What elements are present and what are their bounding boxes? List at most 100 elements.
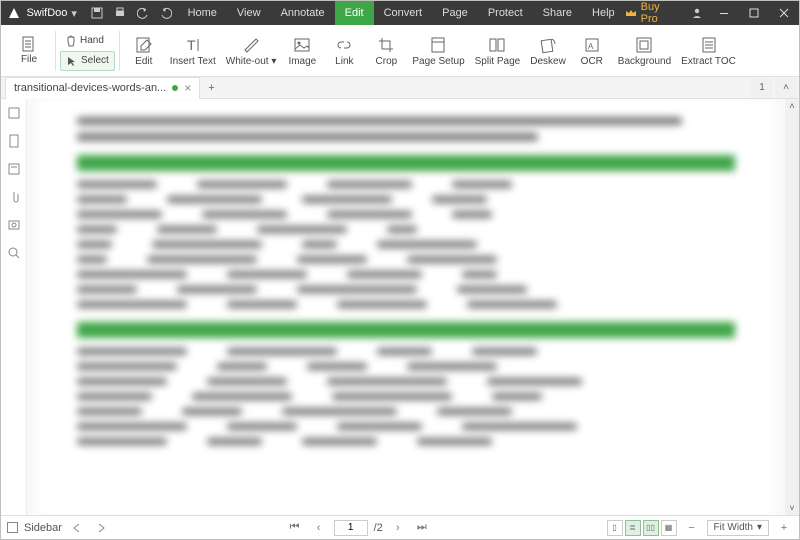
title-bar: SwifDoo ▾ Home View Annotate Edit Conver… — [1, 1, 799, 25]
menu-convert[interactable]: Convert — [374, 1, 433, 25]
side-panel — [1, 99, 27, 515]
menu-help[interactable]: Help — [582, 1, 625, 25]
zoom-in-button[interactable]: + — [775, 519, 793, 537]
buy-pro-label: Buy Pro — [641, 1, 678, 25]
zoom-label: Fit Width — [714, 522, 753, 533]
zoom-out-button[interactable]: − — [683, 519, 701, 537]
edit-ribbon: File Hand Select Edit T Insert Text Whit… — [1, 25, 799, 77]
scroll-track[interactable] — [785, 113, 799, 501]
svg-text:A: A — [588, 42, 594, 51]
user-icon[interactable] — [686, 1, 709, 25]
chevron-down-icon: ▾ — [757, 522, 762, 533]
app-logo-icon — [7, 5, 22, 21]
whiteout-button[interactable]: White-out ▾ — [222, 25, 281, 77]
insert-text-button[interactable]: T Insert Text — [166, 25, 220, 77]
status-bar: Sidebar ⏮ ‹ /2 › ⏭ ▯ ≣ ▯▯ ▦ − Fit Width … — [1, 515, 799, 539]
deskew-icon — [539, 34, 557, 56]
single-page-view-button[interactable]: ▯ — [607, 520, 623, 536]
crop-button[interactable]: Crop — [366, 25, 406, 77]
document-tab-strip: transitional-devices-words-an... × + 1 ˄ — [1, 77, 799, 99]
menu-view[interactable]: View — [227, 1, 271, 25]
chevron-up-icon: ˄ — [783, 82, 789, 93]
split-page-button[interactable]: Split Page — [471, 25, 525, 77]
zoom-level-select[interactable]: Fit Width ▾ — [707, 520, 769, 536]
hand-tool[interactable]: Hand — [60, 31, 115, 51]
sidebar-checkbox[interactable] — [7, 522, 18, 533]
app-name: SwifDoo — [26, 7, 67, 19]
save-icon[interactable] — [85, 1, 108, 25]
app-menu-chevron-icon[interactable]: ▾ — [71, 7, 77, 20]
extract-toc-button[interactable]: Extract TOC — [677, 25, 740, 77]
menu-protect[interactable]: Protect — [478, 1, 533, 25]
menu-bar: Home View Annotate Edit Convert Page Pro… — [178, 1, 625, 25]
tab-filename: transitional-devices-words-an... — [14, 82, 166, 94]
last-page-button[interactable]: ⏭ — [413, 519, 431, 537]
attachments-icon[interactable] — [6, 189, 22, 205]
print-icon[interactable] — [108, 1, 131, 25]
facing-view-button[interactable]: ▯▯ — [643, 520, 659, 536]
grid-view-button[interactable]: ▦ — [661, 520, 677, 536]
scroll-up-icon[interactable]: ˄ — [785, 99, 799, 113]
edit-icon — [135, 34, 153, 56]
view-mode-group: ▯ ≣ ▯▯ ▦ — [607, 520, 677, 536]
prev-view-button[interactable] — [68, 519, 86, 537]
app-window: SwifDoo ▾ Home View Annotate Edit Conver… — [0, 0, 800, 540]
link-icon — [335, 34, 353, 56]
window-controls — [709, 1, 799, 25]
tab-page-indicator[interactable]: 1 — [751, 78, 773, 98]
annotations-icon[interactable] — [6, 161, 22, 177]
menu-annotate[interactable]: Annotate — [271, 1, 335, 25]
ocr-icon: A — [583, 34, 601, 56]
menu-edit[interactable]: Edit — [335, 1, 374, 25]
redo-icon[interactable] — [154, 1, 177, 25]
document-tab[interactable]: transitional-devices-words-an... × — [5, 77, 200, 99]
page-number-input[interactable] — [334, 520, 368, 536]
file-button[interactable]: File — [7, 25, 51, 77]
bookmarks-icon[interactable] — [6, 133, 22, 149]
background-button[interactable]: Background — [614, 25, 675, 77]
hand-select-group: Hand Select — [60, 25, 115, 77]
image-button[interactable]: Image — [282, 25, 322, 77]
menu-home[interactable]: Home — [178, 1, 227, 25]
buy-pro-button[interactable]: Buy Pro — [625, 1, 678, 25]
cursor-icon — [66, 55, 78, 67]
image-icon — [293, 34, 311, 56]
page-content-blurred — [37, 99, 775, 515]
next-view-button[interactable] — [92, 519, 110, 537]
split-page-icon — [488, 34, 506, 56]
undo-icon[interactable] — [131, 1, 154, 25]
extract-toc-icon — [700, 34, 718, 56]
sidebar-label: Sidebar — [24, 522, 62, 534]
next-page-button[interactable]: › — [389, 519, 407, 537]
page-setup-button[interactable]: Page Setup — [408, 25, 468, 77]
deskew-button[interactable]: Deskew — [526, 25, 570, 77]
prev-page-button[interactable]: ‹ — [310, 519, 328, 537]
hand-icon — [65, 35, 77, 47]
thumbnails-icon[interactable] — [6, 105, 22, 121]
document-viewport[interactable]: ˄ ˅ — [27, 99, 799, 515]
select-label: Select — [81, 55, 109, 66]
menu-page[interactable]: Page — [432, 1, 478, 25]
layers-icon[interactable] — [6, 217, 22, 233]
tab-close-icon[interactable]: × — [184, 81, 191, 95]
minimize-button[interactable] — [709, 1, 739, 25]
scroll-down-icon[interactable]: ˅ — [785, 501, 799, 515]
ocr-button[interactable]: A OCR — [572, 25, 612, 77]
file-icon — [21, 36, 37, 54]
page-total: /2 — [374, 522, 383, 534]
unsaved-dot-icon — [172, 85, 178, 91]
vertical-scrollbar[interactable]: ˄ ˅ — [785, 99, 799, 515]
first-page-button[interactable]: ⏮ — [286, 519, 304, 537]
insert-text-icon: T — [184, 34, 202, 56]
new-tab-button[interactable]: + — [200, 82, 222, 94]
maximize-button[interactable] — [739, 1, 769, 25]
file-label: File — [21, 54, 37, 65]
menu-share[interactable]: Share — [533, 1, 582, 25]
select-tool[interactable]: Select — [60, 51, 115, 71]
continuous-view-button[interactable]: ≣ — [625, 520, 641, 536]
close-button[interactable] — [769, 1, 799, 25]
edit-button[interactable]: Edit — [124, 25, 164, 77]
search-icon[interactable] — [6, 245, 22, 261]
collapse-ribbon-button[interactable]: ˄ — [775, 78, 797, 98]
link-button[interactable]: Link — [324, 25, 364, 77]
